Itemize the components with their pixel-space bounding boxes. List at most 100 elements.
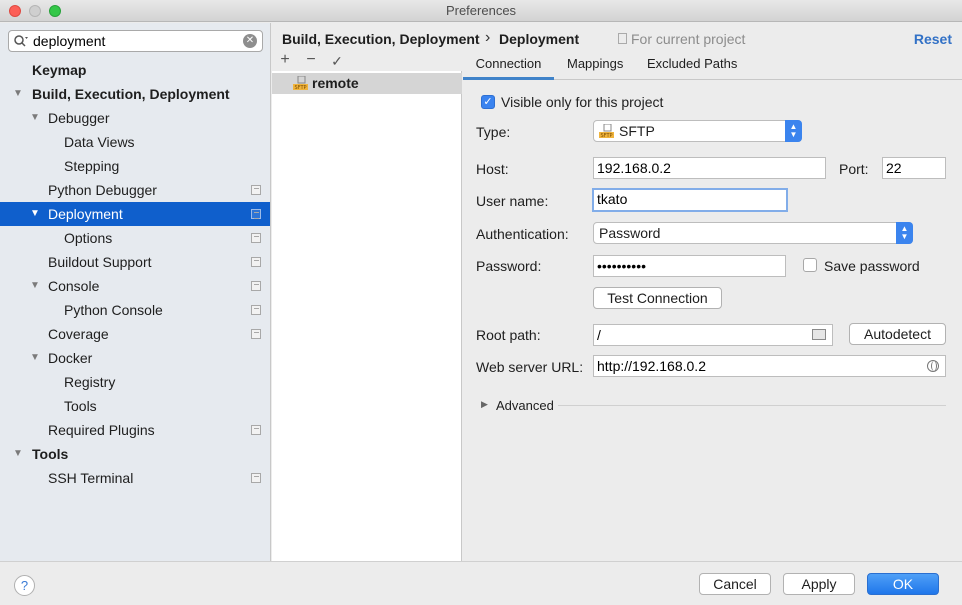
tree-item-python-debugger[interactable]: Python Debugger: [0, 178, 270, 202]
port-label: Port:: [839, 161, 869, 177]
project-settings-icon: [251, 233, 261, 243]
type-label: Type:: [476, 124, 511, 140]
host-label: Host:: [476, 161, 509, 177]
set-default-server-button[interactable]: ✓: [329, 53, 345, 70]
close-window-button[interactable]: [9, 5, 21, 17]
reset-link[interactable]: Reset: [914, 31, 952, 47]
authentication-value: Password: [599, 225, 661, 241]
host-field[interactable]: 192.168.0.2: [593, 157, 826, 179]
add-server-button[interactable]: +: [277, 51, 293, 69]
tab-label: Mappings: [567, 56, 624, 71]
tab-excluded-paths[interactable]: Excluded Paths: [647, 56, 737, 80]
project-settings-icon: [251, 305, 261, 315]
expand-arrow-icon[interactable]: ▼: [30, 202, 42, 226]
tree-item-label: Stepping: [64, 158, 120, 174]
authentication-label: Authentication:: [476, 226, 569, 242]
root-path-label: Root path:: [476, 327, 541, 343]
tree-item-label: Tools: [32, 446, 69, 462]
tree-item-label: Build, Execution, Deployment: [32, 86, 230, 102]
save-password-label: Save password: [824, 258, 920, 274]
apply-button[interactable]: Apply: [783, 573, 855, 595]
search-input[interactable]: [33, 32, 238, 50]
expand-arrow-icon[interactable]: ▼: [30, 346, 42, 370]
breadcrumb-current: Deployment: [499, 31, 580, 47]
tab-connection[interactable]: Connection: [463, 56, 554, 80]
expand-arrow-icon[interactable]: ▼: [30, 274, 42, 298]
tree-item-tools[interactable]: ▼ Tools: [0, 442, 270, 466]
globe-icon[interactable]: [927, 360, 939, 372]
user-name-label: User name:: [476, 193, 549, 209]
tree-item-required-plugins[interactable]: Required Plugins: [0, 418, 270, 442]
tree-item-label: Data Views: [64, 134, 135, 150]
advanced-section-label[interactable]: Advanced: [496, 398, 554, 413]
cancel-button[interactable]: Cancel: [699, 573, 771, 595]
folder-icon[interactable]: [812, 329, 826, 340]
tree-item-data-views[interactable]: Data Views: [0, 130, 270, 154]
tree-item-deployment[interactable]: ▼ Deployment: [0, 202, 270, 226]
remove-server-button[interactable]: −: [303, 51, 319, 69]
visible-only-checkbox[interactable]: ✓: [481, 95, 495, 109]
server-list-item[interactable]: SFTP remote: [272, 73, 462, 94]
tree-item-label: SSH Terminal: [48, 470, 134, 486]
type-value: SFTP: [619, 123, 655, 139]
help-button[interactable]: ?: [14, 575, 35, 596]
authentication-dropdown[interactable]: Password ▲ ▼: [593, 222, 913, 244]
type-dropdown[interactable]: SFTP SFTP ▲ ▼: [593, 120, 802, 142]
test-connection-button[interactable]: Test Connection: [593, 287, 722, 309]
password-field[interactable]: ••••••••••: [593, 255, 786, 277]
project-settings-icon: [251, 281, 261, 291]
tree-item-label: Required Plugins: [48, 422, 155, 438]
project-scope-label: For current project: [631, 31, 746, 47]
project-settings-icon: [251, 209, 261, 219]
expand-arrow-icon[interactable]: ▶: [481, 399, 488, 410]
tree-item-options[interactable]: Options: [0, 226, 270, 250]
settings-header: Build, Execution, Deployment › Deploymen…: [272, 23, 962, 53]
tree-item-docker[interactable]: ▼ Docker: [0, 346, 270, 370]
expand-arrow-icon[interactable]: ▼: [30, 106, 42, 130]
tree-item-ssh-terminal[interactable]: SSH Terminal: [0, 466, 270, 490]
search-icon: [14, 35, 28, 47]
user-name-field[interactable]: tkato: [592, 188, 788, 212]
deployment-tabs: Connection Mappings Excluded Paths: [463, 53, 962, 80]
minimize-window-button[interactable]: [29, 5, 41, 17]
tab-mappings[interactable]: Mappings: [567, 56, 623, 80]
clear-search-icon[interactable]: ✕: [243, 34, 257, 48]
breadcrumb-parent[interactable]: Build, Execution, Deployment: [282, 31, 480, 47]
tree-item-registry[interactable]: Registry: [0, 370, 270, 394]
tree-item-buildout-support[interactable]: Buildout Support: [0, 250, 270, 274]
server-list-toolbar: + − ✓: [272, 51, 462, 71]
save-password-checkbox[interactable]: [803, 258, 817, 272]
tree-item-label: Options: [64, 230, 113, 246]
web-server-url-field[interactable]: http://192.168.0.2: [593, 355, 946, 377]
project-settings-icon: [251, 257, 261, 267]
tree-item-build-execution-deployment[interactable]: ▼ Build, Execution, Deployment: [0, 82, 270, 106]
chevron-updown-icon[interactable]: ▲ ▼: [896, 222, 913, 244]
sftp-type-icon: SFTP: [599, 124, 614, 139]
dialog-footer: ? Cancel Apply OK: [0, 561, 962, 605]
tree-item-label: Coverage: [48, 326, 109, 342]
tree-item-debugger[interactable]: ▼ Debugger: [0, 106, 270, 130]
port-field[interactable]: 22: [882, 157, 946, 179]
settings-sidebar: ✕ Keymap ▼ Build, Execution, Deployment …: [0, 23, 271, 561]
ok-button[interactable]: OK: [867, 573, 939, 595]
tree-item-label: Python Console: [64, 302, 163, 318]
tree-item-label: Console: [48, 278, 100, 294]
tree-item-coverage[interactable]: Coverage: [0, 322, 270, 346]
tree-item-stepping[interactable]: Stepping: [0, 154, 270, 178]
tree-item-docker-tools[interactable]: Tools: [0, 394, 270, 418]
tree-item-label: Tools: [64, 398, 97, 414]
chevron-updown-icon[interactable]: ▲ ▼: [785, 120, 802, 142]
tree-item-python-console[interactable]: Python Console: [0, 298, 270, 322]
tree-item-keymap[interactable]: Keymap: [0, 58, 270, 82]
root-path-field[interactable]: /: [593, 324, 833, 346]
maximize-window-button[interactable]: [49, 5, 61, 17]
autodetect-button[interactable]: Autodetect: [849, 323, 946, 345]
tree-item-console[interactable]: ▼ Console: [0, 274, 270, 298]
root-path-value: /: [597, 327, 601, 343]
expand-arrow-icon[interactable]: ▼: [13, 82, 25, 106]
settings-search[interactable]: ✕: [8, 30, 263, 52]
breadcrumb-separator: ›: [485, 29, 491, 46]
tree-item-label: Python Debugger: [48, 182, 157, 198]
expand-arrow-icon[interactable]: ▼: [13, 442, 25, 466]
tab-label: Connection: [475, 56, 542, 71]
